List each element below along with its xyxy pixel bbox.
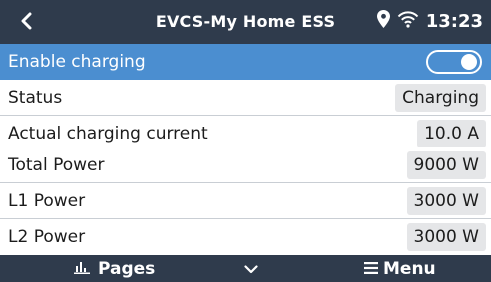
status-label: Status bbox=[8, 88, 63, 108]
menu-label: Menu bbox=[383, 258, 436, 279]
l2-power-label: L2 Power bbox=[8, 227, 86, 247]
menu-button[interactable]: Menu bbox=[364, 255, 436, 282]
status-area: 13:23 bbox=[376, 9, 483, 33]
chevron-down-icon[interactable] bbox=[241, 259, 261, 279]
wifi-icon bbox=[397, 10, 419, 32]
l1-power-label: L1 Power bbox=[8, 191, 86, 211]
enable-charging-toggle[interactable] bbox=[426, 50, 482, 74]
bottom-bar: Pages Menu bbox=[0, 255, 491, 282]
total-power-value: 9000 W bbox=[406, 151, 486, 179]
status-value: Charging bbox=[395, 84, 486, 112]
hamburger-menu-icon bbox=[364, 259, 378, 279]
l1-power-value: 3000 W bbox=[406, 187, 486, 215]
status-row: Status Charging bbox=[0, 80, 491, 116]
pages-label: Pages bbox=[98, 258, 156, 279]
l1-power-row: L1 Power 3000 W bbox=[0, 183, 491, 219]
l2-power-value: 3000 W bbox=[406, 223, 486, 251]
toggle-knob bbox=[461, 54, 477, 70]
top-bar: EVCS-My Home ESS 13:23 bbox=[0, 0, 491, 44]
l2-power-row: L2 Power 3000 W bbox=[0, 219, 491, 255]
bar-chart-icon bbox=[74, 259, 90, 279]
location-pin-icon bbox=[376, 10, 390, 32]
total-power-row: Total Power 9000 W bbox=[0, 147, 491, 183]
clock-time: 13:23 bbox=[425, 10, 483, 32]
total-power-label: Total Power bbox=[8, 155, 105, 175]
evcs-screen: EVCS-My Home ESS 13:23 Enable charging S… bbox=[0, 0, 491, 282]
enable-charging-row[interactable]: Enable charging bbox=[0, 44, 491, 80]
enable-charging-label: Enable charging bbox=[8, 52, 146, 72]
charging-current-value: 10.0 A bbox=[417, 120, 486, 148]
pages-button[interactable]: Pages bbox=[74, 255, 155, 282]
